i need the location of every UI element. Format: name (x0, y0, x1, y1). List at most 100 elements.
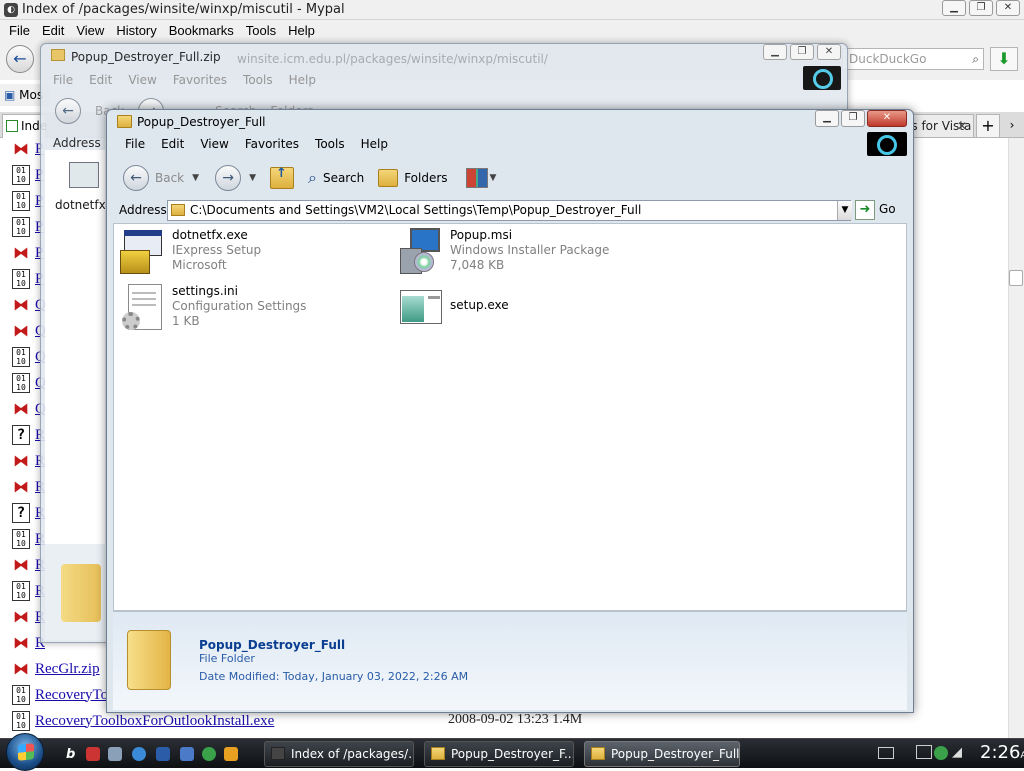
explorer-minimize-button[interactable]: ▁ (815, 110, 839, 127)
search-icon[interactable]: ⌕ (308, 168, 317, 188)
views-dropdown-icon[interactable]: ▼ (490, 173, 497, 183)
binary-file-icon: 01 10 (12, 269, 30, 289)
forward-dropdown-icon[interactable]: ▼ (249, 173, 256, 183)
folders-button-label[interactable]: Folders (404, 171, 447, 185)
explorer-menu-view[interactable]: View (200, 137, 228, 151)
back-button-label[interactable]: Back (155, 171, 184, 185)
list-item[interactable]: ⧓P (12, 138, 43, 160)
scrollbar-thumb[interactable] (1009, 270, 1023, 286)
zip-maximize-button[interactable]: ❐ (790, 44, 814, 60)
explorer-maximize-button[interactable]: ❐ (841, 110, 865, 127)
list-item[interactable]: 01 10 RecoveryToo (12, 684, 116, 706)
list-item[interactable]: 01 10P (12, 216, 43, 238)
up-folder-icon[interactable] (269, 166, 294, 189)
clock[interactable]: 2:26AM (980, 741, 1024, 768)
quicklaunch-app-icon[interactable] (86, 747, 100, 761)
browser-title-bar[interactable]: ◐ Index of /packages/winsite/winxp/miscu… (0, 0, 1024, 20)
address-input[interactable]: C:\Documents and Settings\VM2\Local Sett… (167, 200, 851, 221)
compressed-file-icon: ⧓ (13, 451, 29, 470)
list-item[interactable]: 01 10 RecoveryToolboxForOutlookInstall.ex… (12, 710, 274, 732)
views-icon[interactable] (465, 168, 488, 188)
search-input[interactable]: DuckDuckGo ⌕ (842, 48, 984, 70)
back-arrow-icon[interactable]: ← (6, 45, 34, 73)
new-tab-button[interactable]: + (976, 114, 1000, 138)
zip-back-icon[interactable]: ← (55, 98, 81, 124)
file-link[interactable]: RecGlr.zip (35, 661, 100, 678)
close-button[interactable]: ✕ (996, 0, 1020, 16)
back-dropdown-icon[interactable]: ▼ (192, 173, 199, 183)
taskbar-button-browser[interactable]: Index of /packages/... (264, 741, 414, 767)
zip-address-label: Address (53, 136, 101, 150)
list-item[interactable]: 01 10P (12, 190, 43, 212)
quicklaunch-b-icon[interactable]: b (66, 747, 80, 762)
list-item[interactable]: 01 10P (12, 268, 43, 290)
network-icon[interactable] (916, 745, 932, 759)
file-link[interactable]: RecoveryToo (35, 687, 116, 704)
close-tab-icon[interactable]: ✕ (957, 115, 967, 137)
config-file-icon (120, 284, 166, 330)
quicklaunch-check-icon[interactable] (202, 747, 216, 761)
back-arrow-icon[interactable]: ← (123, 165, 149, 191)
quicklaunch-window-icon[interactable] (180, 747, 194, 761)
ie-icon[interactable] (132, 747, 146, 761)
show-desktop-icon[interactable] (108, 747, 122, 761)
file-link[interactable]: RecoveryToolboxForOutlookInstall.exe (35, 713, 274, 730)
search-icon[interactable]: ⌕ (972, 49, 979, 69)
minimize-button[interactable]: ▁ (942, 0, 966, 16)
clock-time: 2:26 (980, 742, 1021, 763)
zip-minimize-button[interactable]: ▁ (763, 44, 787, 60)
maximize-button[interactable]: ❐ (969, 0, 993, 16)
taskbar-button-zip[interactable]: Popup_Destroyer_F... (424, 741, 574, 767)
taskbar-button-label: Popup_Destroyer_F... (451, 747, 574, 761)
explorer-menu-tools[interactable]: Tools (315, 137, 345, 151)
zip-menu-edit[interactable]: Edit (89, 73, 112, 87)
zip-menu-tools[interactable]: Tools (243, 73, 273, 87)
zip-close-button[interactable]: ✕ (817, 44, 841, 60)
search-button-label[interactable]: Search (323, 171, 364, 185)
menu-bookmarks[interactable]: Bookmarks (169, 23, 234, 38)
details-folder-icon (127, 630, 171, 690)
taskbar-button-explorer[interactable]: Popup_Destroyer_Full (584, 741, 740, 767)
zip-menu-favorites[interactable]: Favorites (173, 73, 227, 87)
menu-history[interactable]: History (116, 23, 156, 38)
list-item[interactable]: ⧓P (12, 242, 43, 264)
security-check-icon[interactable] (934, 746, 948, 760)
file-item-dotnetfx[interactable]: dotnetfx.exe IExpress Setup Microsoft (120, 228, 261, 274)
menu-file[interactable]: File (9, 23, 30, 38)
forward-arrow-icon[interactable]: → (215, 165, 242, 191)
file-item-settings-ini[interactable]: settings.ini Configuration Settings 1 KB (120, 284, 306, 330)
media-player-icon[interactable] (224, 747, 238, 761)
file-item-setup-exe[interactable]: setup.exe (398, 284, 509, 330)
zip-menu-file[interactable]: File (53, 73, 73, 87)
menu-edit[interactable]: Edit (42, 23, 64, 38)
explorer-close-button[interactable]: ✕ (867, 110, 907, 127)
address-dropdown-icon[interactable]: ▼ (837, 201, 852, 220)
list-item[interactable]: ⧓ RecGlr.zip (12, 658, 100, 680)
file-item-popup-msi[interactable]: Popup.msi Windows Installer Package 7,04… (398, 228, 609, 274)
binary-file-icon: 01 10 (12, 711, 30, 731)
explorer-menu-help[interactable]: Help (361, 137, 388, 151)
menu-tools[interactable]: Tools (246, 23, 276, 38)
details-modified: Date Modified: Today, January 03, 2022, … (199, 670, 469, 683)
menu-help[interactable]: Help (288, 23, 315, 38)
keyboard-icon[interactable] (878, 747, 894, 759)
explorer-menu-favorites[interactable]: Favorites (245, 137, 299, 151)
zip-menu-help[interactable]: Help (289, 73, 316, 87)
menu-view[interactable]: View (76, 23, 104, 38)
tab-list-chevron-icon[interactable]: › (1002, 114, 1022, 138)
explorer-window[interactable]: Popup_Destroyer_Full ▁ ❐ ✕ File Edit Vie… (106, 109, 914, 713)
list-item[interactable]: 01 10P (12, 164, 43, 186)
zip-dotnetfx-icon[interactable] (69, 162, 99, 188)
go-arrow-icon[interactable]: ➜ (855, 200, 875, 220)
quicklaunch-explorer-icon[interactable] (156, 747, 170, 761)
folders-icon[interactable] (378, 169, 399, 187)
volume-icon[interactable]: ◢ (952, 745, 966, 761)
installer-box-icon (120, 228, 166, 274)
go-button[interactable]: Go (879, 202, 896, 216)
explorer-menu-file[interactable]: File (125, 137, 145, 151)
explorer-menu-edit[interactable]: Edit (161, 137, 184, 151)
vertical-scrollbar[interactable] (1008, 138, 1024, 738)
download-arrow-icon[interactable]: ⬇ (990, 47, 1018, 71)
zip-menu-view[interactable]: View (128, 73, 156, 87)
start-orb-icon[interactable] (6, 733, 44, 771)
